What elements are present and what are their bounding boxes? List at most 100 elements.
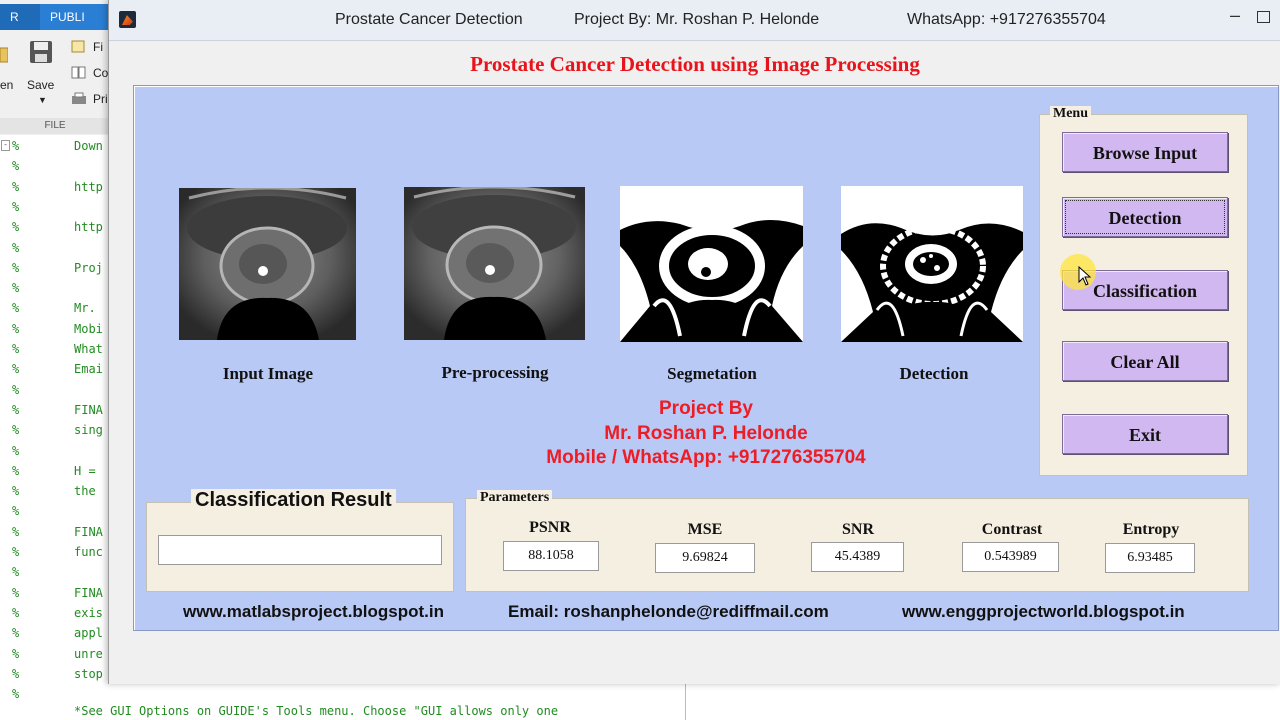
window-project-by: Project By: Mr. Roshan P. Helonde xyxy=(574,11,820,28)
matlab-logo-icon xyxy=(119,11,136,28)
footer-website-1: www.matlabsproject.blogspot.in xyxy=(183,602,445,621)
classification-result-field[interactable] xyxy=(158,535,442,565)
comment-text: What xyxy=(74,342,103,356)
comment-marker: % xyxy=(12,626,20,641)
save-icon[interactable] xyxy=(29,40,53,64)
editor-line: % Emai xyxy=(0,359,110,379)
maximize-icon[interactable] xyxy=(1257,11,1270,23)
editor-comment-line: *See GUI Options on GUIDE's Tools menu. … xyxy=(74,704,559,718)
comment-text: Down xyxy=(74,139,103,153)
entropy-label: Entropy xyxy=(1122,521,1180,538)
detection-image-label: Detection xyxy=(899,364,969,383)
footer-website-2: www.enggprojectworld.blogspot.in xyxy=(902,602,1185,621)
editor-line: % the xyxy=(0,481,110,501)
preprocessing-image-axes xyxy=(404,187,585,340)
editor-line: % xyxy=(0,197,110,217)
comment-text: FINA xyxy=(74,524,103,539)
editor-line: % appl xyxy=(0,623,110,643)
comment-marker: % xyxy=(12,565,20,580)
editor-line: % H = xyxy=(0,461,110,481)
matlab-toolstrip: R PUBLI en Save ▼ Fi Co Pri FILE xyxy=(0,0,112,135)
comment-text: appl xyxy=(74,626,103,641)
editor-line: % unre xyxy=(0,644,110,664)
print-icon[interactable] xyxy=(71,92,87,106)
code-editor[interactable]: - % Down%% http%% http%% Proj%% Mr.% Mobi% What… xyxy=(0,136,110,720)
snr-value-field[interactable]: 45.4389 xyxy=(811,542,904,572)
comment-marker: % xyxy=(12,179,20,194)
browse-input-button[interactable]: Browse Input xyxy=(1062,132,1228,172)
comment-marker: % xyxy=(12,321,20,336)
toolstrip-tab-editor[interactable]: R xyxy=(0,4,42,30)
comment-marker: % xyxy=(12,260,20,275)
comment-text: Mr. xyxy=(74,301,96,316)
window-whatsapp: WhatsApp: +917276355704 xyxy=(907,11,1106,28)
comment-text: http xyxy=(74,179,103,194)
figure-bottom-area xyxy=(109,640,1280,684)
comment-marker: % xyxy=(12,301,20,316)
clear-all-button[interactable]: Clear All xyxy=(1062,341,1228,381)
input-image-label: Input Image xyxy=(222,364,314,383)
psnr-value-field[interactable]: 88.1058 xyxy=(503,541,599,571)
toolstrip-tab-publish[interactable]: PUBLI xyxy=(40,4,112,30)
parameters-group: Parameters PSNR 88.1058 MSE 9.69824 SNR … xyxy=(465,490,1249,592)
editor-line: % Proj xyxy=(0,258,110,278)
save-dropdown-icon[interactable]: ▼ xyxy=(38,95,47,105)
editor-line: % xyxy=(0,562,110,582)
comment-marker: % xyxy=(12,687,20,702)
comment-text: H = xyxy=(74,463,96,478)
editor-line: % Mobi xyxy=(0,319,110,339)
snr-label: SNR xyxy=(841,521,874,538)
psnr-label: PSNR xyxy=(529,519,571,536)
comment-marker: % xyxy=(12,199,20,214)
detection-result-image xyxy=(841,186,1023,342)
comment-text: http xyxy=(74,220,103,235)
editor-line: % FINA xyxy=(0,522,110,542)
comment-marker: % xyxy=(12,423,20,438)
preprocessing-image-label: Pre-processing xyxy=(441,363,549,382)
menu-group: Menu Browse Input Detection Classificati… xyxy=(1039,106,1248,476)
figure-window: Prostate Cancer Detection Project By: Mr… xyxy=(108,0,1280,684)
editor-line: % xyxy=(0,156,110,176)
comment-marker: % xyxy=(12,443,20,458)
window-app-title: Prostate Cancer Detection xyxy=(335,11,523,28)
comment-marker: % xyxy=(12,646,20,661)
comment-marker: % xyxy=(12,281,20,296)
compare-icon[interactable] xyxy=(71,66,87,80)
mri-preprocessed-image xyxy=(404,187,585,340)
main-panel: Input Image Pre-processing Segmetation D… xyxy=(133,85,1279,631)
entropy-value-field[interactable]: 6.93485 xyxy=(1105,543,1195,573)
editor-line: % http xyxy=(0,177,110,197)
save-button-label[interactable]: Save xyxy=(27,78,54,92)
comment-marker: % xyxy=(12,220,20,235)
find-files-icon[interactable] xyxy=(71,40,87,54)
window-titlebar[interactable]: Prostate Cancer Detection Project By: Mr… xyxy=(109,0,1280,41)
comment-marker: % xyxy=(12,666,20,681)
editor-line: % What xyxy=(0,339,110,359)
open-button-label[interactable]: en xyxy=(0,78,13,92)
comment-text: Mobi xyxy=(74,321,103,336)
menu-group-title: Menu xyxy=(1050,106,1091,122)
editor-line: % http xyxy=(0,217,110,237)
comment-text: sing xyxy=(74,423,103,438)
minimize-icon[interactable]: – xyxy=(1227,6,1243,26)
parameters-group-title: Parameters xyxy=(477,490,553,506)
exit-button[interactable]: Exit xyxy=(1062,414,1228,454)
contrast-value-field[interactable]: 0.543989 xyxy=(962,542,1059,572)
detection-button[interactable]: Detection xyxy=(1062,197,1228,237)
comment-marker: % xyxy=(12,382,20,397)
comment-marker: % xyxy=(12,524,20,539)
editor-line: % xyxy=(0,441,110,461)
find-files-label[interactable]: Fi xyxy=(93,40,103,54)
input-image-axes xyxy=(179,188,356,340)
file-section-label: FILE xyxy=(0,118,110,134)
open-folder-icon[interactable] xyxy=(0,44,8,64)
editor-line: % sing xyxy=(0,420,110,440)
comment-marker: % xyxy=(12,342,20,356)
editor-line: % xyxy=(0,501,110,521)
mse-value-field[interactable]: 9.69824 xyxy=(655,543,755,573)
compare-label[interactable]: Co xyxy=(93,66,108,80)
comment-text: Emai xyxy=(74,362,103,377)
mse-label: MSE xyxy=(687,521,723,538)
print-label[interactable]: Pri xyxy=(93,92,108,106)
comment-marker: % xyxy=(12,605,20,620)
